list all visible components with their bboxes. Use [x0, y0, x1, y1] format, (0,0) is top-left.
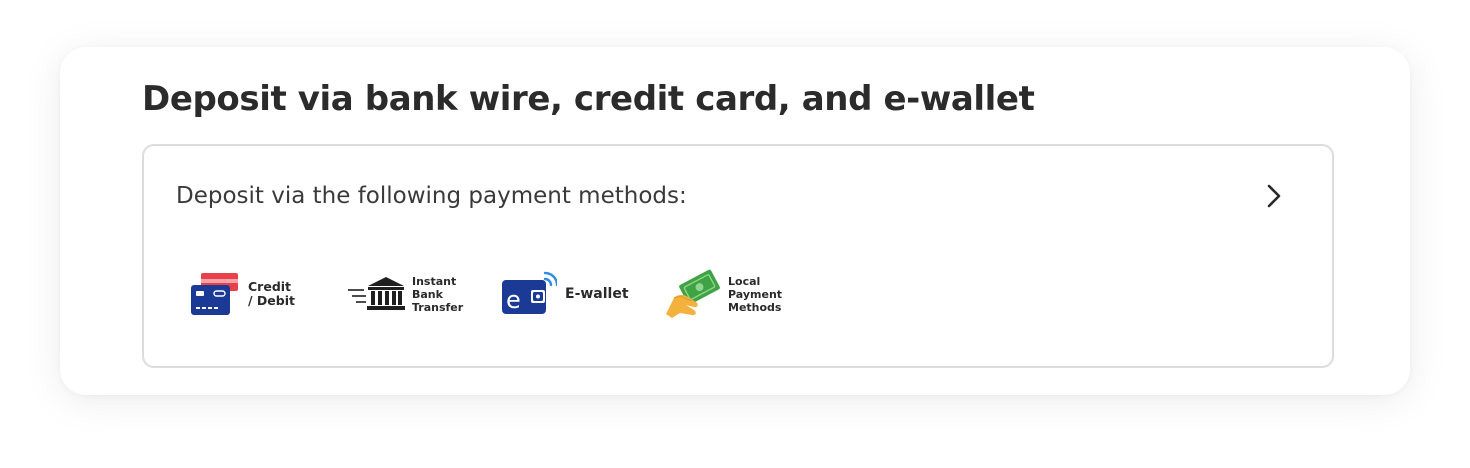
- payment-method-label: Credit / Debit: [248, 279, 295, 308]
- deposit-card: Deposit via bank wire, credit card, and …: [60, 47, 1410, 395]
- deposit-title: Deposit via bank wire, credit card, and …: [142, 79, 1035, 119]
- payment-method-label: E-wallet: [565, 286, 629, 302]
- cash-hand-icon: [666, 269, 720, 318]
- payment-method-label: Local Payment Methods: [728, 274, 783, 314]
- payment-method-ewallet: e E-wallet: [501, 266, 629, 322]
- payment-method-label: Instant Bank Transfer: [412, 274, 464, 314]
- bank-icon: [348, 277, 405, 310]
- svg-text:e: e: [506, 286, 521, 314]
- payment-method-credit-debit: Credit / Debit: [190, 266, 295, 322]
- credit-card-icon: [191, 273, 238, 315]
- payment-methods-box[interactable]: Deposit via the following payment method…: [142, 144, 1334, 368]
- ewallet-icon: e: [502, 271, 557, 314]
- payment-methods-subtitle: Deposit via the following payment method…: [176, 183, 687, 209]
- payment-method-instant-bank-transfer: Instant Bank Transfer: [348, 266, 463, 322]
- chevron-right-icon[interactable]: [1260, 182, 1288, 210]
- payment-method-local: Local Payment Methods: [664, 266, 782, 322]
